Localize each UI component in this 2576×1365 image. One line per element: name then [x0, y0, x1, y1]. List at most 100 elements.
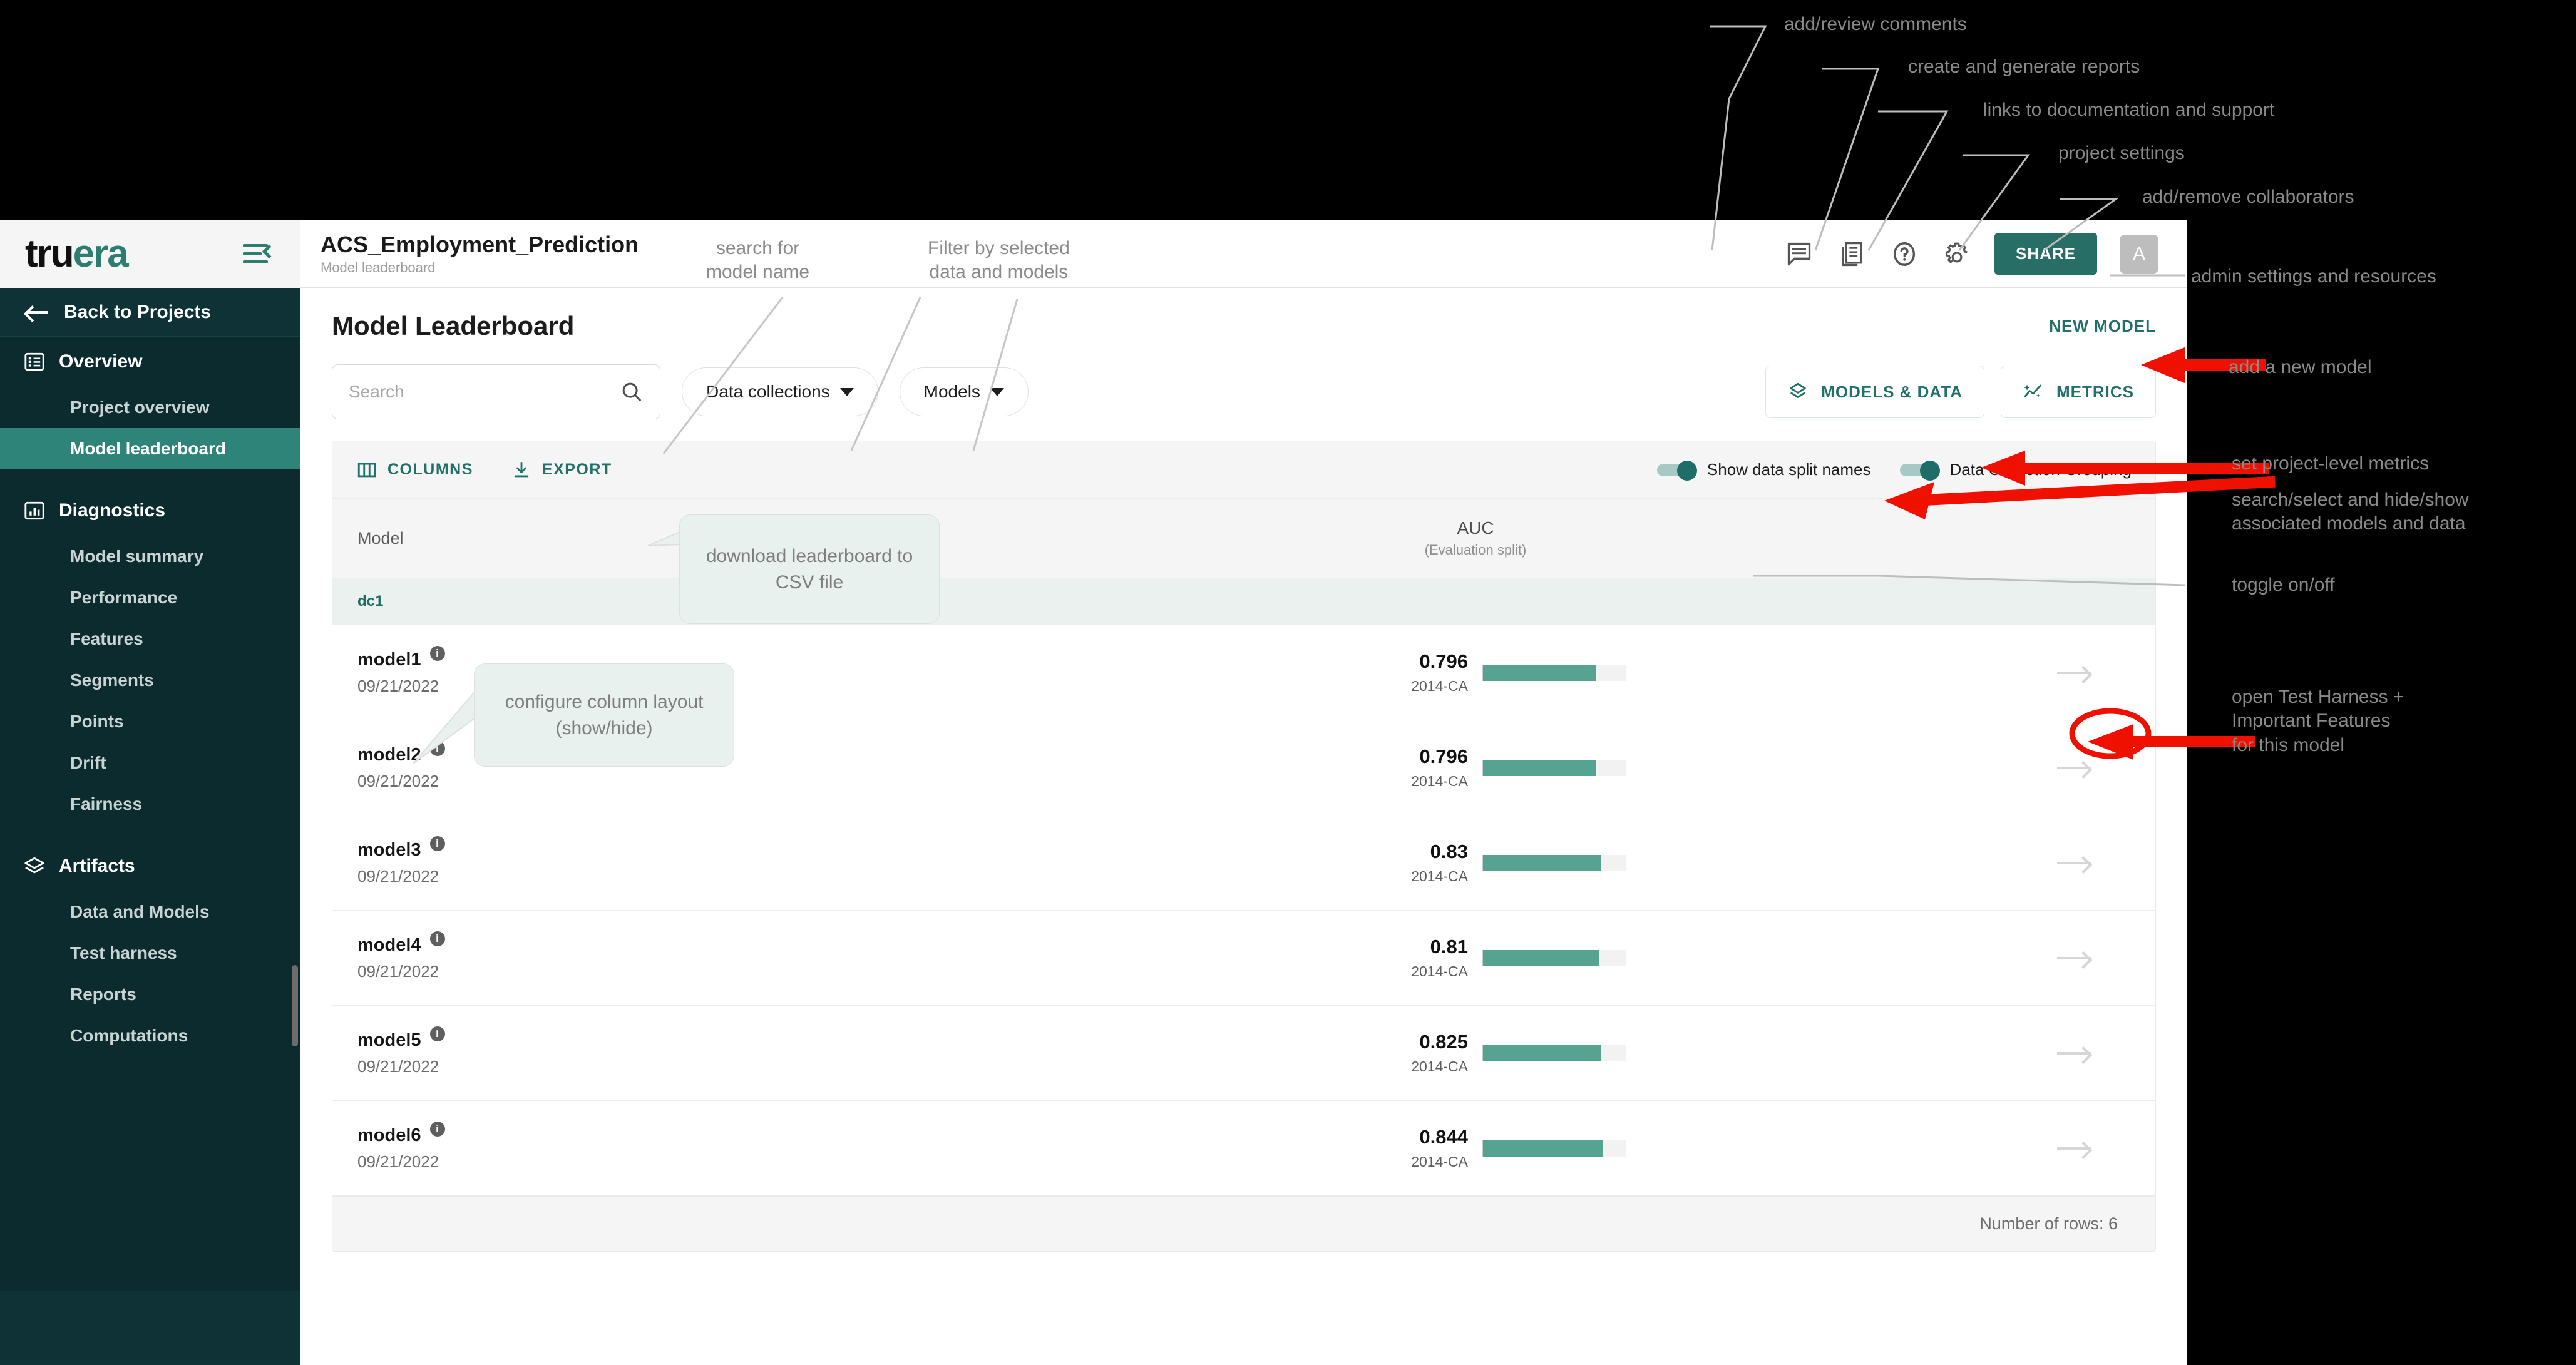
table-header-row: Model AUC (Evaluation split) — [332, 499, 2155, 578]
sidebar-item-label: Test harness — [70, 943, 177, 963]
table-toolbar: COLUMNS EXPORT Show data split names — [332, 441, 2155, 499]
sidebar-item-data-and-models[interactable]: Data and Models — [0, 891, 300, 933]
columns-button[interactable]: COLUMNS — [356, 459, 473, 481]
arrow-right-icon[interactable] — [2057, 854, 2091, 872]
auc-bar — [1482, 1140, 1626, 1157]
model-name[interactable]: model3 — [357, 840, 421, 861]
sidebar-item-points[interactable]: Points — [0, 701, 300, 742]
row-open-cell[interactable] — [1993, 1140, 2155, 1157]
help-icon[interactable] — [1889, 239, 1919, 269]
sidebar-header: truera — [0, 220, 300, 288]
sidebar-item-project-overview[interactable]: Project overview — [0, 387, 300, 428]
models-and-data-label: MODELS & DATA — [1821, 382, 1963, 402]
screenshot-root: truera Back to Projects Overview Project… — [0, 0, 2576, 1365]
auc-value: 0.796 — [1325, 650, 1468, 673]
models-and-data-button[interactable]: MODELS & DATA — [1765, 366, 1984, 418]
table-toggles: Show data split names Data Collection Gr… — [1657, 460, 2132, 479]
row-open-cell[interactable] — [1993, 759, 2155, 777]
sidebar-group-overview[interactable]: Overview — [0, 337, 300, 387]
sidebar-item-segments[interactable]: Segments — [0, 660, 300, 701]
report-icon[interactable] — [1837, 239, 1867, 269]
truera-logo[interactable]: truera — [25, 235, 128, 274]
new-model-button[interactable]: NEW MODEL — [2049, 317, 2156, 336]
table-row[interactable]: model6i 09/21/2022 0.8442014-CA — [332, 1101, 2155, 1196]
sidebar-group-label: Overview — [59, 351, 142, 372]
model-name[interactable]: model2 — [357, 745, 421, 765]
model-name[interactable]: model1 — [357, 650, 421, 670]
toggle-show-data-split-names[interactable]: Show data split names — [1657, 460, 1871, 479]
data-collection-label: dc1 — [357, 593, 383, 610]
auc-cell: 0.7962014-CA — [958, 745, 1993, 790]
arrow-right-icon[interactable] — [2057, 1045, 2091, 1062]
auc-value: 0.825 — [1325, 1031, 1468, 1053]
gear-icon[interactable] — [1942, 239, 1972, 269]
sidebar-item-model-leaderboard[interactable]: Model leaderboard — [0, 428, 300, 469]
search-field[interactable] — [349, 382, 620, 402]
auc-cell: 0.812014-CA — [958, 936, 1993, 980]
comment-icon[interactable] — [1784, 239, 1814, 269]
switch-on-icon[interactable] — [1657, 461, 1697, 479]
row-open-cell[interactable] — [1993, 854, 2155, 872]
collapse-sidebar-icon[interactable] — [243, 241, 275, 267]
data-collection-group-row[interactable]: dc1 — [332, 578, 2155, 625]
arrow-right-icon[interactable] — [2057, 759, 2091, 777]
sidebar-scrollbar[interactable] — [292, 965, 298, 1046]
topbar-actions: SHARE A — [1784, 233, 2158, 275]
sidebar-group-diagnostics[interactable]: Diagnostics — [0, 486, 300, 536]
annotation-test-harness: open Test Harness + Important Features f… — [2232, 685, 2404, 757]
sidebar-item-label: Model summary — [70, 546, 203, 566]
sidebar-item-test-harness[interactable]: Test harness — [0, 933, 300, 974]
sidebar-item-features[interactable]: Features — [0, 618, 300, 660]
info-icon[interactable]: i — [430, 741, 445, 756]
table-footer: Number of rows: 6 — [332, 1196, 2155, 1251]
row-open-cell[interactable] — [1993, 664, 2155, 682]
toggle-data-collection-grouping[interactable]: Data Collection Grouping — [1900, 460, 2132, 479]
arrow-right-icon[interactable] — [2057, 664, 2091, 682]
export-button[interactable]: EXPORT — [511, 459, 612, 481]
chevron-down-icon — [840, 388, 854, 396]
info-icon[interactable]: i — [430, 646, 445, 661]
back-to-projects-button[interactable]: Back to Projects — [0, 288, 300, 337]
info-icon[interactable]: i — [430, 1122, 445, 1137]
annotation-docs: links to documentation and support — [1983, 98, 2274, 122]
auc-bar — [1482, 855, 1626, 871]
auc-bar — [1482, 1045, 1626, 1061]
metrics-button[interactable]: METRICS — [2001, 366, 2156, 418]
data-collections-label: Data collections — [706, 382, 830, 402]
callout-export: download leaderboard to CSV file — [679, 514, 940, 624]
table-row[interactable]: model4i 09/21/2022 0.812014-CA — [332, 911, 2155, 1006]
model-cell: model4i 09/21/2022 — [332, 935, 958, 981]
sidebar-item-fairness[interactable]: Fairness — [0, 784, 300, 825]
data-collections-dropdown[interactable]: Data collections — [682, 367, 878, 416]
info-icon[interactable]: i — [430, 931, 445, 946]
sidebar-group-artifacts[interactable]: Artifacts — [0, 841, 300, 891]
sidebar-item-performance[interactable]: Performance — [0, 577, 300, 618]
model-date: 09/21/2022 — [357, 867, 958, 886]
info-icon[interactable]: i — [430, 1026, 445, 1041]
avatar[interactable]: A — [2120, 235, 2158, 274]
auc-cell: 0.8442014-CA — [958, 1126, 1993, 1170]
auc-split: 2014-CA — [1325, 1058, 1468, 1075]
arrow-left-icon — [26, 306, 48, 319]
sidebar-item-drift[interactable]: Drift — [0, 742, 300, 784]
arrow-right-icon[interactable] — [2057, 1140, 2091, 1157]
auc-value: 0.83 — [1325, 841, 1468, 863]
info-icon[interactable]: i — [430, 836, 445, 851]
sidebar-item-reports[interactable]: Reports — [0, 974, 300, 1015]
list-icon — [24, 351, 45, 372]
model-name[interactable]: model6 — [357, 1125, 421, 1146]
model-name[interactable]: model4 — [357, 935, 421, 956]
sidebar-item-model-summary[interactable]: Model summary — [0, 536, 300, 577]
row-open-cell[interactable] — [1993, 949, 2155, 967]
row-open-cell[interactable] — [1993, 1045, 2155, 1062]
share-button[interactable]: SHARE — [1994, 233, 2097, 275]
model-name[interactable]: model5 — [357, 1030, 421, 1051]
models-dropdown[interactable]: Models — [900, 367, 1029, 416]
switch-on-icon[interactable] — [1900, 461, 1940, 479]
search-input[interactable] — [332, 364, 660, 419]
sidebar-item-computations[interactable]: Computations — [0, 1015, 300, 1056]
table-row[interactable]: model3i 09/21/2022 0.832014-CA — [332, 815, 2155, 911]
arrow-right-icon[interactable] — [2057, 949, 2091, 967]
table-row[interactable]: model5i 09/21/2022 0.8252014-CA — [332, 1006, 2155, 1101]
column-header-auc[interactable]: AUC (Evaluation split) — [958, 518, 1993, 558]
